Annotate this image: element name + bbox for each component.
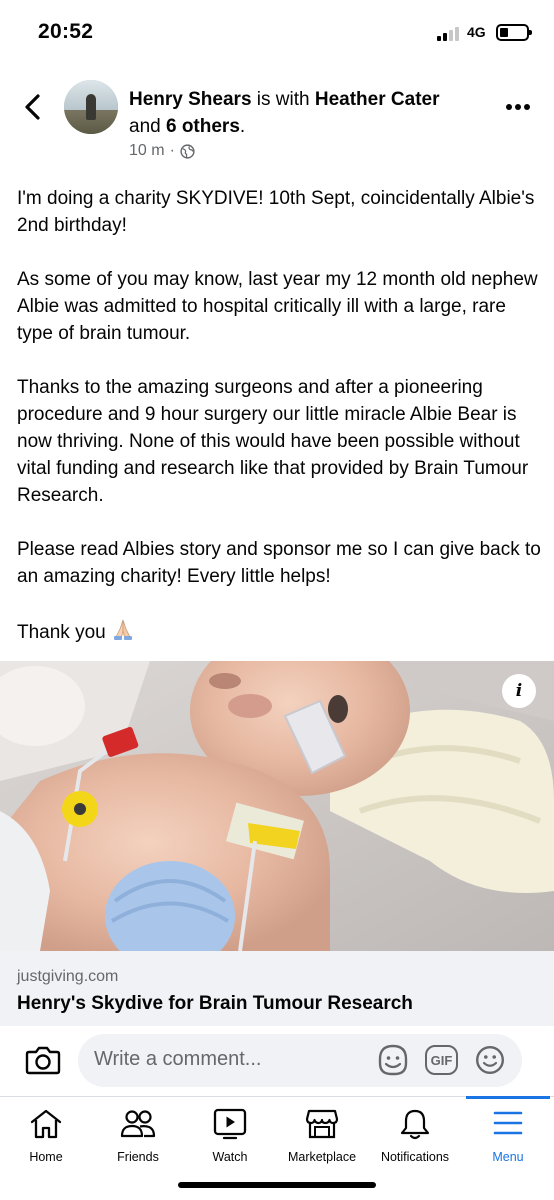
status-time: 20:52 (38, 20, 94, 43)
signal-icon (437, 27, 463, 41)
praying-hands-icon (110, 617, 136, 649)
with-connector: is with (251, 89, 315, 110)
gif-button[interactable]: GIF (425, 1045, 458, 1075)
author-name[interactable]: Henry Shears (129, 89, 252, 110)
watch-icon (213, 1108, 247, 1140)
post-meta: 10 m · (129, 142, 195, 160)
tagged-others[interactable]: 6 others (166, 116, 240, 137)
post-paragraph: Please read Albies story and sponsor me … (17, 539, 541, 587)
nav-notifications[interactable]: Notifications (368, 1100, 462, 1170)
nav-label: Marketplace (287, 1150, 357, 1164)
more-options-button[interactable] (506, 100, 538, 114)
baby-photo (0, 661, 554, 951)
nav-label: Home (29, 1150, 63, 1164)
chevron-left-icon (25, 94, 40, 120)
home-indicator[interactable] (178, 1182, 376, 1188)
post-time[interactable]: 10 m (129, 142, 165, 160)
nav-marketplace[interactable]: Marketplace (276, 1100, 368, 1170)
header-period: . (239, 116, 246, 137)
meta-separator: · (169, 142, 175, 159)
avatar[interactable] (64, 80, 118, 134)
bell-icon (400, 1109, 430, 1140)
nav-friends[interactable]: Friends (92, 1100, 184, 1170)
camera-button[interactable] (25, 1044, 61, 1076)
nav-label: Notifications (380, 1150, 450, 1164)
tagged-name[interactable]: Heather Cater (315, 89, 440, 110)
globe-icon (180, 143, 195, 159)
link-preview-image[interactable] (0, 661, 554, 951)
back-button[interactable] (18, 92, 48, 122)
post-closing-line: Thank you (17, 617, 542, 649)
nav-label: Watch (212, 1150, 248, 1164)
nav-watch[interactable]: Watch (184, 1100, 276, 1170)
link-title[interactable]: Henry's Skydive for Brain Tumour Researc… (17, 993, 413, 1015)
post-body: I'm doing a charity SKYDIVE! 10th Sept, … (17, 185, 542, 676)
link-domain: justgiving.com (17, 968, 119, 985)
post-header-text: Henry Shears is with Heather Cater and 6… (129, 86, 489, 140)
network-label: 4G (467, 24, 486, 40)
nav-home[interactable]: Home (0, 1100, 92, 1170)
nav-label: Menu (492, 1150, 524, 1164)
info-button[interactable]: i (502, 674, 536, 708)
post-paragraph: I'm doing a charity SKYDIVE! 10th Sept, … (17, 188, 535, 236)
nav-label: Friends (117, 1150, 159, 1164)
emoji-icon (475, 1045, 505, 1075)
and-connector: and (129, 116, 166, 137)
post-closing: Thank you (17, 622, 106, 643)
marketplace-icon (305, 1109, 339, 1139)
emoji-button[interactable] (475, 1045, 505, 1075)
battery-icon (496, 24, 532, 41)
nav-menu[interactable]: Menu (462, 1100, 554, 1170)
home-icon (30, 1109, 62, 1139)
status-bar: 20:52 4G (0, 0, 554, 62)
camera-icon (25, 1046, 61, 1075)
post-paragraph: Thanks to the amazing surgeons and after… (17, 377, 529, 506)
sticker-button[interactable] (377, 1043, 409, 1077)
post-paragraph: As some of you may know, last year my 12… (17, 269, 538, 344)
friends-icon (120, 1110, 156, 1138)
sticker-icon (378, 1044, 408, 1076)
menu-icon (493, 1111, 523, 1135)
active-tab-indicator (466, 1096, 550, 1099)
comment-placeholder: Write a comment... (94, 1048, 262, 1070)
